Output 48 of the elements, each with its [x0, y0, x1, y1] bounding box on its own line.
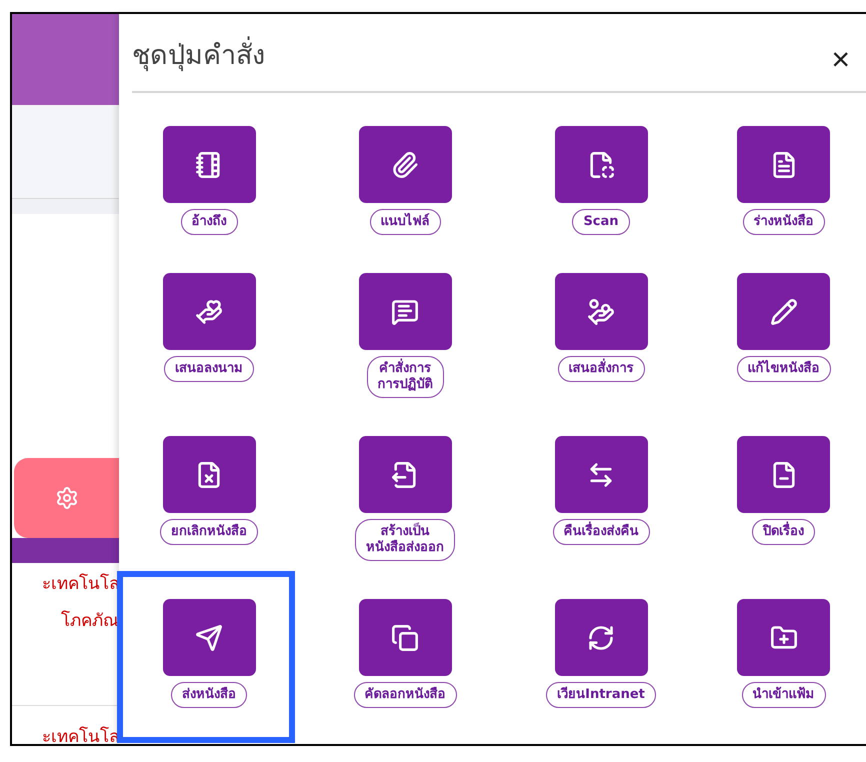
command-tile[interactable]	[358, 273, 452, 350]
command-tile[interactable]	[737, 126, 830, 203]
table-text: โภคภัณ	[60, 610, 119, 632]
command-tile[interactable]	[554, 273, 648, 350]
command-tile[interactable]	[358, 599, 452, 676]
command-tile[interactable]	[737, 599, 830, 676]
command-label[interactable]: เวียนIntranet	[546, 682, 656, 708]
command-tile[interactable]	[358, 126, 452, 203]
command-tile[interactable]	[554, 126, 648, 203]
table-text: ะเทคโนโล	[41, 726, 119, 744]
command-label[interactable]: เสนอสั่งการ	[558, 356, 644, 382]
settings-icon	[54, 486, 78, 510]
command-label[interactable]: นำเข้าแฟ้ม	[742, 682, 826, 708]
copy-icon	[391, 624, 419, 652]
settings-button[interactable]	[14, 458, 119, 538]
command-tile[interactable]	[737, 436, 830, 513]
command-label[interactable]: Scan	[572, 209, 630, 235]
hand-icon	[587, 298, 615, 326]
command-label[interactable]: คืนเรื่องส่งคืน	[552, 519, 650, 545]
command-tile[interactable]	[554, 436, 648, 513]
hand-icon	[195, 298, 223, 326]
command-label[interactable]: คัดลอกหนังสือ	[354, 682, 456, 708]
command-tile[interactable]	[554, 599, 648, 676]
command-label[interactable]: สร้างเป็น หนังสือส่งออก	[355, 519, 455, 561]
command-tile[interactable]	[162, 436, 256, 513]
command-label[interactable]: ปิดเรื่อง	[752, 519, 815, 545]
panel-title: ชุดปุ่มคำสั่ง	[132, 33, 265, 76]
pencil-icon	[770, 298, 798, 326]
command-label[interactable]: ส่งหนังสือ	[171, 682, 247, 708]
close-button[interactable]: ×	[831, 42, 850, 74]
paperclip-icon	[391, 150, 419, 178]
command-label[interactable]: เสนอลงนาม	[164, 356, 254, 382]
table-text: ะเทคโนโล	[41, 572, 119, 596]
command-label[interactable]: ร่างหนังสือ	[742, 209, 824, 235]
refresh-icon	[587, 624, 615, 652]
send-icon	[195, 624, 223, 652]
command-tile[interactable]	[162, 273, 256, 350]
command-label[interactable]: แนบไฟล์	[370, 209, 440, 235]
command-tile[interactable]	[162, 599, 256, 676]
command-tile[interactable]	[358, 436, 452, 513]
command-label[interactable]: คำสั่งการ การปฏิบัติ	[366, 356, 444, 398]
command-tile[interactable]	[737, 273, 830, 350]
command-label[interactable]: ยกเลิกหนังสือ	[160, 519, 258, 545]
command-tile[interactable]	[162, 126, 256, 203]
message-icon	[391, 298, 419, 326]
command-label[interactable]: อ้างถึง	[180, 209, 238, 235]
folder-plus-icon	[770, 624, 798, 652]
command-label[interactable]: แก้ไขหนังสือ	[736, 356, 830, 382]
